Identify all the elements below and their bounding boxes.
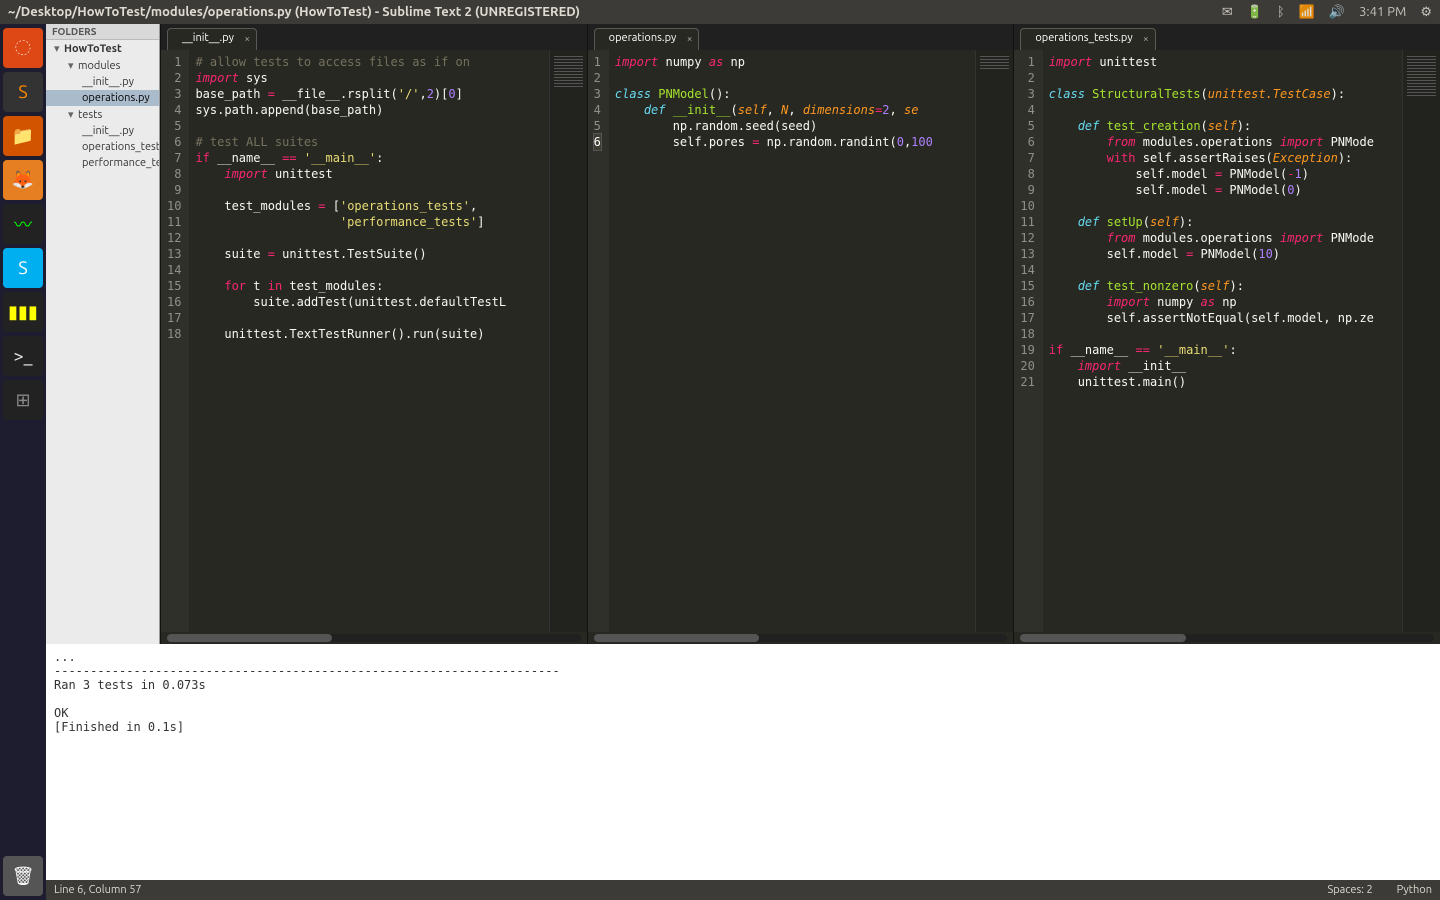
code[interactable]: import numpy as np class PNModel(): def …	[609, 50, 975, 632]
tab-bar: __init__.py ×	[161, 24, 587, 50]
workspace-switcher-icon[interactable]: ⊞	[3, 380, 43, 420]
code-view[interactable]: 123456789101112131415161718192021 import…	[1014, 50, 1440, 632]
bluetooth-icon[interactable]: ᛒ	[1277, 5, 1285, 19]
terminal-icon[interactable]: >_	[3, 336, 43, 376]
sidebar-file[interactable]: performance_tests.py	[46, 155, 159, 171]
sidebar-folder-modules[interactable]: ▾modules	[46, 57, 159, 74]
minimap[interactable]	[975, 50, 1013, 632]
tab-bar: operations.py ×	[588, 24, 1014, 50]
trash-icon[interactable]: 🗑	[3, 856, 43, 896]
battery-icon[interactable]: 🔋	[1247, 5, 1263, 20]
sidebar-project[interactable]: ▾HowToTest	[46, 40, 159, 57]
tab-operations[interactable]: operations.py ×	[594, 28, 700, 50]
volume-icon[interactable]: 🔊	[1329, 5, 1345, 20]
mail-icon[interactable]: ✉	[1222, 5, 1233, 20]
dash-icon[interactable]: ◌	[3, 28, 43, 68]
menubar: ~/Desktop/HowToTest/modules/operations.p…	[0, 0, 1440, 24]
app-window: FOLDERS ▾HowToTest ▾modules __init__.py …	[46, 24, 1440, 900]
gear-icon[interactable]: ⚙	[1420, 5, 1432, 20]
clock[interactable]: 3:41 PM	[1359, 5, 1406, 19]
sidebar-file[interactable]: operations_tests.py	[46, 139, 159, 155]
sysmonitor-icon[interactable]: 〰	[3, 204, 43, 244]
gutter: 123456789101112131415161718192021	[1014, 50, 1042, 632]
h-scrollbar[interactable]	[594, 634, 1008, 642]
editor-area: FOLDERS ▾HowToTest ▾modules __init__.py …	[46, 24, 1440, 644]
pane-3: operations_tests.py × 123456789101112131…	[1013, 24, 1440, 644]
close-icon[interactable]: ×	[1143, 33, 1149, 44]
code-view[interactable]: 123456 import numpy as np class PNModel(…	[588, 50, 1014, 632]
pane-1: __init__.py × 12345678910111213141516171…	[160, 24, 587, 644]
tab-bar: operations_tests.py ×	[1014, 24, 1440, 50]
statusbar: Line 6, Column 57 Spaces: 2 Python	[46, 880, 1440, 900]
sublime-icon[interactable]: S	[3, 72, 43, 112]
status-spaces[interactable]: Spaces: 2	[1327, 884, 1372, 896]
gutter: 123456	[588, 50, 609, 632]
tab-label: operations.py	[609, 32, 677, 44]
h-scrollbar[interactable]	[167, 634, 581, 642]
files-icon[interactable]: 📁	[3, 116, 43, 156]
gutter: 123456789101112131415161718	[161, 50, 189, 632]
sidebar-file[interactable]: __init__.py	[46, 123, 159, 139]
colorpicker-icon[interactable]: ▮▮▮	[3, 292, 43, 332]
build-output[interactable]: ... ------------------------------------…	[46, 644, 1440, 880]
window-title: ~/Desktop/HowToTest/modules/operations.p…	[8, 5, 1208, 19]
sidebar-file[interactable]: operations.py	[46, 90, 159, 106]
code-view[interactable]: 123456789101112131415161718 # allow test…	[161, 50, 587, 632]
pane-2: operations.py × 123456 import numpy as n…	[587, 24, 1014, 644]
status-position[interactable]: Line 6, Column 57	[54, 884, 142, 896]
minimap[interactable]	[1402, 50, 1440, 632]
wifi-icon[interactable]: 📶	[1299, 5, 1315, 20]
skype-icon[interactable]: S	[3, 248, 43, 288]
tab-label: operations_tests.py	[1035, 32, 1132, 44]
status-syntax[interactable]: Python	[1397, 884, 1432, 896]
launcher: ◌ S 📁 🦊 〰 S ▮▮▮ >_ ⊞ 🗑	[0, 24, 46, 900]
code[interactable]: # allow tests to access files as if on i…	[189, 50, 548, 632]
sidebar-header: FOLDERS	[46, 24, 159, 40]
minimap[interactable]	[549, 50, 587, 632]
sidebar-folder-tests[interactable]: ▾tests	[46, 106, 159, 123]
tab-operations-tests[interactable]: operations_tests.py ×	[1020, 28, 1155, 50]
firefox-icon[interactable]: 🦊	[3, 160, 43, 200]
tab-label: __init__.py	[182, 32, 234, 44]
sidebar-file[interactable]: __init__.py	[46, 74, 159, 90]
close-icon[interactable]: ×	[244, 33, 250, 44]
folder-sidebar: FOLDERS ▾HowToTest ▾modules __init__.py …	[46, 24, 160, 644]
tab-init[interactable]: __init__.py ×	[167, 28, 257, 50]
close-icon[interactable]: ×	[687, 33, 693, 44]
code[interactable]: import unittest class StructuralTests(un…	[1043, 50, 1402, 632]
h-scrollbar[interactable]	[1020, 634, 1434, 642]
